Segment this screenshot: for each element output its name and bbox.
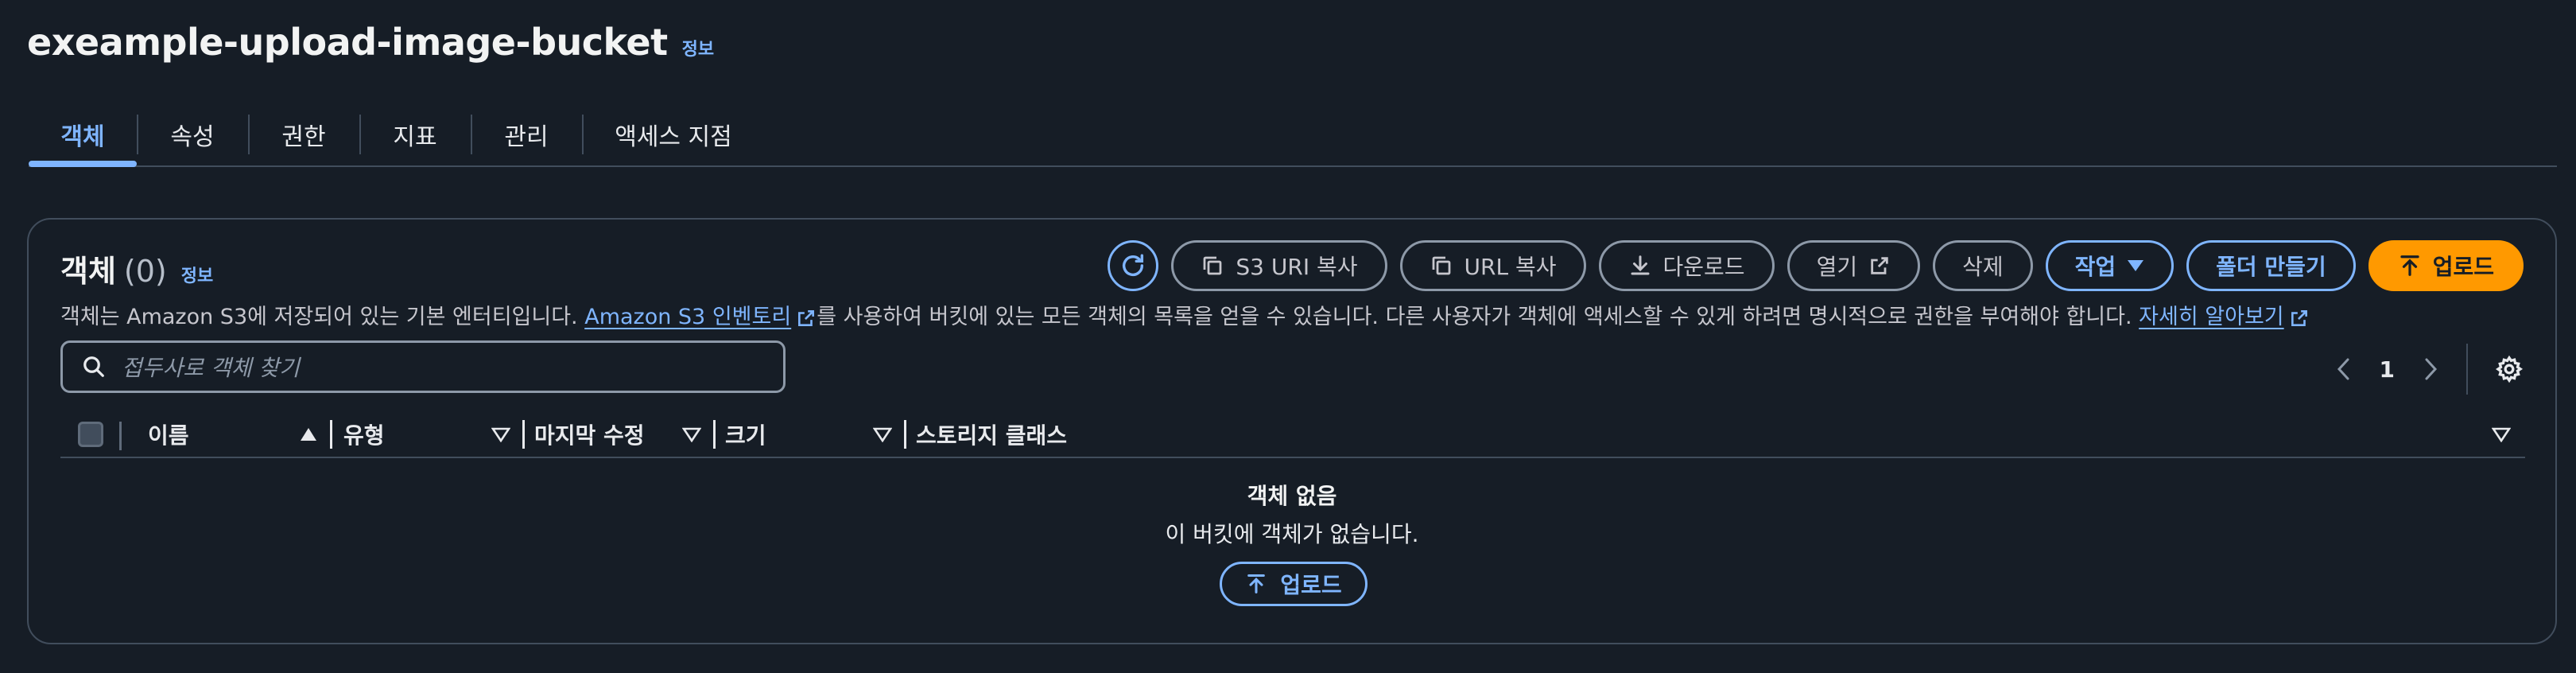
select-all-checkbox[interactable]: [78, 422, 103, 447]
empty-state-upload-button[interactable]: 업로드: [1220, 562, 1368, 606]
copy-url-button[interactable]: URL 복사: [1399, 240, 1586, 291]
objects-toolbar: S3 URI 복사 URL 복사 다운로드 열기 삭제 작업 폴더 만들기 업로…: [1108, 240, 2524, 291]
actions-dropdown-button[interactable]: 작업: [2045, 240, 2174, 291]
copy-s3-uri-label: S3 URI 복사: [1236, 254, 1358, 280]
create-folder-label: 폴더 만들기: [2216, 254, 2326, 280]
empty-state-title: 객체 없음: [1247, 483, 1337, 509]
external-link-icon: [1871, 257, 1888, 274]
learn-more-link[interactable]: 자세히 알아보기: [2139, 305, 2283, 329]
delete-button[interactable]: 삭제: [1933, 240, 2033, 291]
column-size-label: 크기: [725, 422, 766, 449]
sort-icon: [491, 427, 510, 442]
tab-properties[interactable]: 속성: [137, 103, 248, 165]
objects-title: 객체: [60, 254, 116, 289]
empty-upload-label: 업로드: [1280, 572, 1342, 598]
delete-label: 삭제: [1962, 254, 2004, 280]
objects-count: (0): [123, 254, 167, 289]
refresh-button[interactable]: [1108, 240, 1159, 291]
table-header: 이름 유형 마지막 수정 크기 스토리지 클래스: [60, 410, 2525, 458]
copy-url-label: URL 복사: [1464, 254, 1557, 280]
tab-management[interactable]: 관리: [471, 103, 582, 165]
column-last-modified-label: 마지막 수정: [534, 422, 645, 449]
info-link[interactable]: 정보: [682, 35, 714, 60]
column-storage-class[interactable]: 스토리지 클래스: [913, 417, 2525, 452]
open-label: 열기: [1816, 254, 1858, 280]
copy-icon: [1432, 256, 1450, 275]
sort-icon: [2492, 427, 2511, 442]
objects-panel: 객체 (0) 정보 S3 URI 복사 URL 복사 다운로드 열기 삭제 작업: [27, 218, 2557, 644]
column-name[interactable]: 이름: [148, 417, 332, 452]
tab-bar: 객체 속성 권한 지표 관리 액세스 지점: [29, 103, 2557, 167]
column-type[interactable]: 유형: [340, 417, 525, 452]
sort-icon: [682, 427, 701, 442]
sort-ascending-icon: [301, 428, 316, 441]
copy-s3-uri-button[interactable]: S3 URI 복사: [1171, 240, 1387, 291]
column-storage-class-label: 스토리지 클래스: [916, 422, 1068, 449]
objects-info-link[interactable]: 정보: [181, 262, 213, 287]
sort-icon: [873, 427, 892, 442]
upload-label: 업로드: [2432, 254, 2494, 280]
description-text-2: 를 사용하여 버킷에 있는 모든 객체의 목록을 얻을 수 있습니다. 다른 사…: [817, 305, 2140, 329]
tab-metrics[interactable]: 지표: [359, 103, 471, 165]
column-name-label: 이름: [148, 422, 189, 449]
download-label: 다운로드: [1662, 254, 1745, 280]
column-divider: [119, 422, 122, 450]
copy-icon: [1204, 256, 1222, 275]
inventory-link[interactable]: Amazon S3 인벤토리: [584, 305, 791, 329]
tab-objects[interactable]: 객체: [29, 103, 137, 167]
objects-heading: 객체 (0) 정보: [60, 247, 213, 290]
column-last-modified[interactable]: 마지막 수정: [531, 417, 716, 452]
search-icon: [83, 356, 104, 377]
actions-label: 작업: [2074, 254, 2116, 280]
current-page[interactable]: 1: [2380, 356, 2395, 383]
upload-icon: [2400, 255, 2419, 276]
chevron-right-icon[interactable]: [2422, 357, 2439, 381]
create-folder-button[interactable]: 폴더 만들기: [2186, 240, 2356, 291]
external-link-icon: [2291, 309, 2307, 326]
search-input[interactable]: 접두사로 객체 찾기: [60, 340, 786, 393]
download-button[interactable]: 다운로드: [1598, 240, 1775, 291]
column-size[interactable]: 크기: [722, 417, 906, 452]
tab-access-points[interactable]: 액세스 지점: [582, 103, 765, 165]
upload-icon: [1247, 574, 1266, 594]
open-button[interactable]: 열기: [1787, 240, 1921, 291]
gear-icon[interactable]: [2495, 355, 2524, 383]
refresh-icon: [1123, 254, 1144, 276]
column-type-label: 유형: [343, 422, 385, 449]
pagination: 1: [2335, 344, 2524, 395]
search-placeholder: 접두사로 객체 찾기: [122, 355, 300, 381]
page-header: exeample-upload-image-bucket 정보: [27, 21, 714, 64]
empty-state-message: 이 버킷에 객체가 없습니다.: [1165, 521, 1419, 547]
tab-permissions[interactable]: 권한: [248, 103, 359, 165]
download-icon: [1631, 255, 1650, 275]
external-link-icon: [798, 309, 815, 326]
caret-down-icon: [2128, 260, 2144, 271]
description-text-1: 객체는 Amazon S3에 저장되어 있는 기본 엔터티입니다.: [60, 305, 585, 329]
pager-divider: [2466, 344, 2468, 395]
page-title: exeample-upload-image-bucket: [27, 21, 668, 64]
chevron-left-icon[interactable]: [2335, 357, 2353, 381]
objects-description: 객체는 Amazon S3에 저장되어 있는 기본 엔터티입니다. Amazon…: [60, 299, 2533, 330]
upload-button[interactable]: 업로드: [2368, 240, 2524, 291]
